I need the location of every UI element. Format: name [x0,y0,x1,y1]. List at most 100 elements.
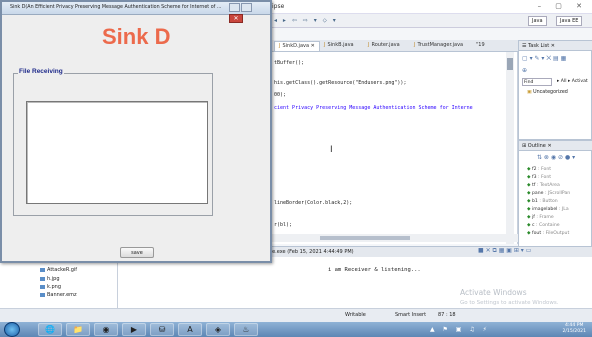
task-all-filter[interactable]: ▸ All ▸ Activat [557,79,588,84]
task-find-input[interactable]: Find [522,78,552,86]
system-tray-icons[interactable]: ▲ ⚑ ▣ ♫ ⚡ [430,326,490,333]
code-line: r(bl); [274,222,293,228]
editor-scroll-thumb[interactable] [507,58,513,70]
outline-item-type: JLa [561,207,569,212]
acrobat-icon[interactable]: A [178,323,202,336]
minimize-button[interactable] [229,3,240,12]
all-label: All [560,79,567,84]
tree-item[interactable]: h.jpg [40,276,60,282]
tab-router[interactable]: J Router.java [364,41,404,51]
package-explorer: AttackeR.gif h.jpg k.png Banner.emz [0,262,118,308]
editor-hscroll-thumb[interactable] [320,236,410,240]
tree-item-label: h.jpg [47,276,60,282]
outline-item-name: f2 [532,167,537,172]
outline-item-type: FileOutput [545,231,570,236]
java-file-icon: J [324,42,326,48]
perspective-javaee[interactable]: Java EE [556,16,583,26]
outline-item-name: imagelabel [532,207,558,212]
outline-item-type: Font [541,167,552,172]
image-file-icon [40,292,45,297]
console-output: i am Receiver & listening... [328,267,421,273]
sink-titlebar[interactable]: Sink D(An Efficient Privacy Preserving M… [2,2,270,23]
tab-label: "19 [476,42,485,48]
text-cursor-icon: I [330,145,333,155]
task-list-header: ☰ Task List ✕ [519,41,592,51]
internet-explorer-icon[interactable]: 🌐 [38,323,62,336]
outline-item-name: pane [532,191,544,196]
outline-item-name: tf [532,183,536,188]
tab-sinkb[interactable]: J SinkB.java [320,41,358,51]
taskbar-clock[interactable]: 4:44 PM 2/15/2021 [562,323,586,335]
outline-item[interactable]: ◆ fout : FileOutput [527,231,569,236]
tree-item[interactable]: k.png [40,284,61,290]
chrome-icon[interactable]: ◉ [94,323,118,336]
outline-item[interactable]: ◆ f3 : Font [527,175,551,180]
received-file-textarea[interactable] [26,101,208,204]
java-perspective-label: Java [532,18,543,24]
java-file-icon: J [368,42,370,48]
console-toolbar-icons[interactable]: ■ ✕ ⧉ ▦ ▣ ⊞ ▾ ▭ [478,247,531,255]
outline-item-name: c [532,223,535,228]
outline-item[interactable]: ◆ imagelabel : JLa [527,207,569,212]
outline-item-name: b1 [532,199,538,204]
outline-item[interactable]: ◆ b1 : Button [527,199,558,204]
outline-toolbar-icons[interactable]: ⇅ ⊗ ◉ ⊘ ● ▾ [537,154,575,161]
sink-window-controls: ✕ [228,3,266,23]
outline-title: Outline [527,143,546,149]
java-file-icon: J [414,42,416,48]
code-line: tBuffer(); [274,60,305,66]
outline-item[interactable]: ◆ f2 : Font [527,167,551,172]
javaee-perspective-label: Java EE [560,18,579,24]
tree-item-label: Banner.emz [47,292,77,298]
outline-item-type: TextArea [539,183,560,188]
outline-header: ⊞ Outline ✕ [519,141,592,151]
task-toolbar-icons[interactable]: ▢ ▾ ✎ ▾ ⨉ ▤ ▦ [522,55,566,63]
image-file-icon [40,267,45,272]
tree-item[interactable]: Banner.emz [40,292,77,298]
sink-window-title: Sink D(An Efficient Privacy Preserving M… [10,5,222,10]
outline-item-type: Button [542,199,558,204]
perspective-java[interactable]: Java [528,16,547,26]
code-editor[interactable]: tBuffer(); his.getClass().getResource("E… [270,52,518,244]
sink-d-window: Sink D(An Efficient Privacy Preserving M… [0,0,272,263]
outline-item[interactable]: ◆ pane : JScrollPan [527,191,570,196]
sink-heading: Sink D [102,24,171,49]
media-player-icon[interactable]: ▶ [122,323,146,336]
tree-item[interactable]: AttackeR.gif [40,267,77,273]
java-file-icon: J [279,43,281,49]
file-receiving-legend: File Receiving [18,68,64,75]
eclipse-taskbar-icon[interactable]: ◈ [206,323,230,336]
tab-label: TrustManager.java [417,42,464,48]
tree-item-label: k.png [47,284,62,290]
network-icon[interactable]: ⛁ [150,323,174,336]
outline-item[interactable]: ◆ c : Containe [527,223,560,228]
editor-vertical-scrollbar[interactable] [506,52,514,244]
new-task-icon[interactable]: ⊕ [522,67,527,74]
java-app-icon[interactable]: ♨ [234,323,258,336]
outline-item-name: fout [532,231,542,236]
eclipse-title: ipse [272,3,285,10]
tab-trustmanager[interactable]: J TrustManager.java [410,41,467,51]
task-list-panel: ☰ Task List ✕ ▢ ▾ ✎ ▾ ⨉ ▤ ▦ ⊕ Find ▸ All… [518,40,592,140]
eclipse-window-controls[interactable]: – ▢ ✕ [538,2,588,10]
activate-label: Activat [571,79,588,84]
tab-overflow[interactable]: "19 [472,41,489,51]
tab-sinkd[interactable]: J SinkD.java ✕ [274,41,320,51]
editor-tab-bar: J SinkD.java ✕ J SinkB.java J Router.java J… [270,40,518,52]
outline-item[interactable]: ◆ tf : TextArea [527,183,560,188]
tab-label: SinkB.java [327,42,354,48]
status-bar: Writable Smart Insert 87 : 18 [0,308,592,322]
status-writable: Writable [345,312,366,318]
outline-item-type: Containe [539,223,560,228]
maximize-button[interactable] [241,3,252,12]
start-button[interactable] [4,322,20,337]
code-line: cient Privacy Preserving Message Authent… [274,105,473,111]
save-button[interactable]: save [120,247,154,258]
code-line: his.getClass().getResource("Endusers.png… [274,80,407,86]
outline-item[interactable]: ◆ jf : Frame [527,215,554,220]
file-explorer-icon[interactable]: 📁 [66,323,90,336]
close-button[interactable]: ✕ [229,14,243,23]
toolbar-nav-icons[interactable]: ◂ ▸ ⇦ ⇨ ▾ ⬦ ▾ [274,17,338,25]
uncategorized-item[interactable]: ▣ Uncategorized [527,90,568,95]
status-insert-mode: Smart Insert [395,312,427,318]
